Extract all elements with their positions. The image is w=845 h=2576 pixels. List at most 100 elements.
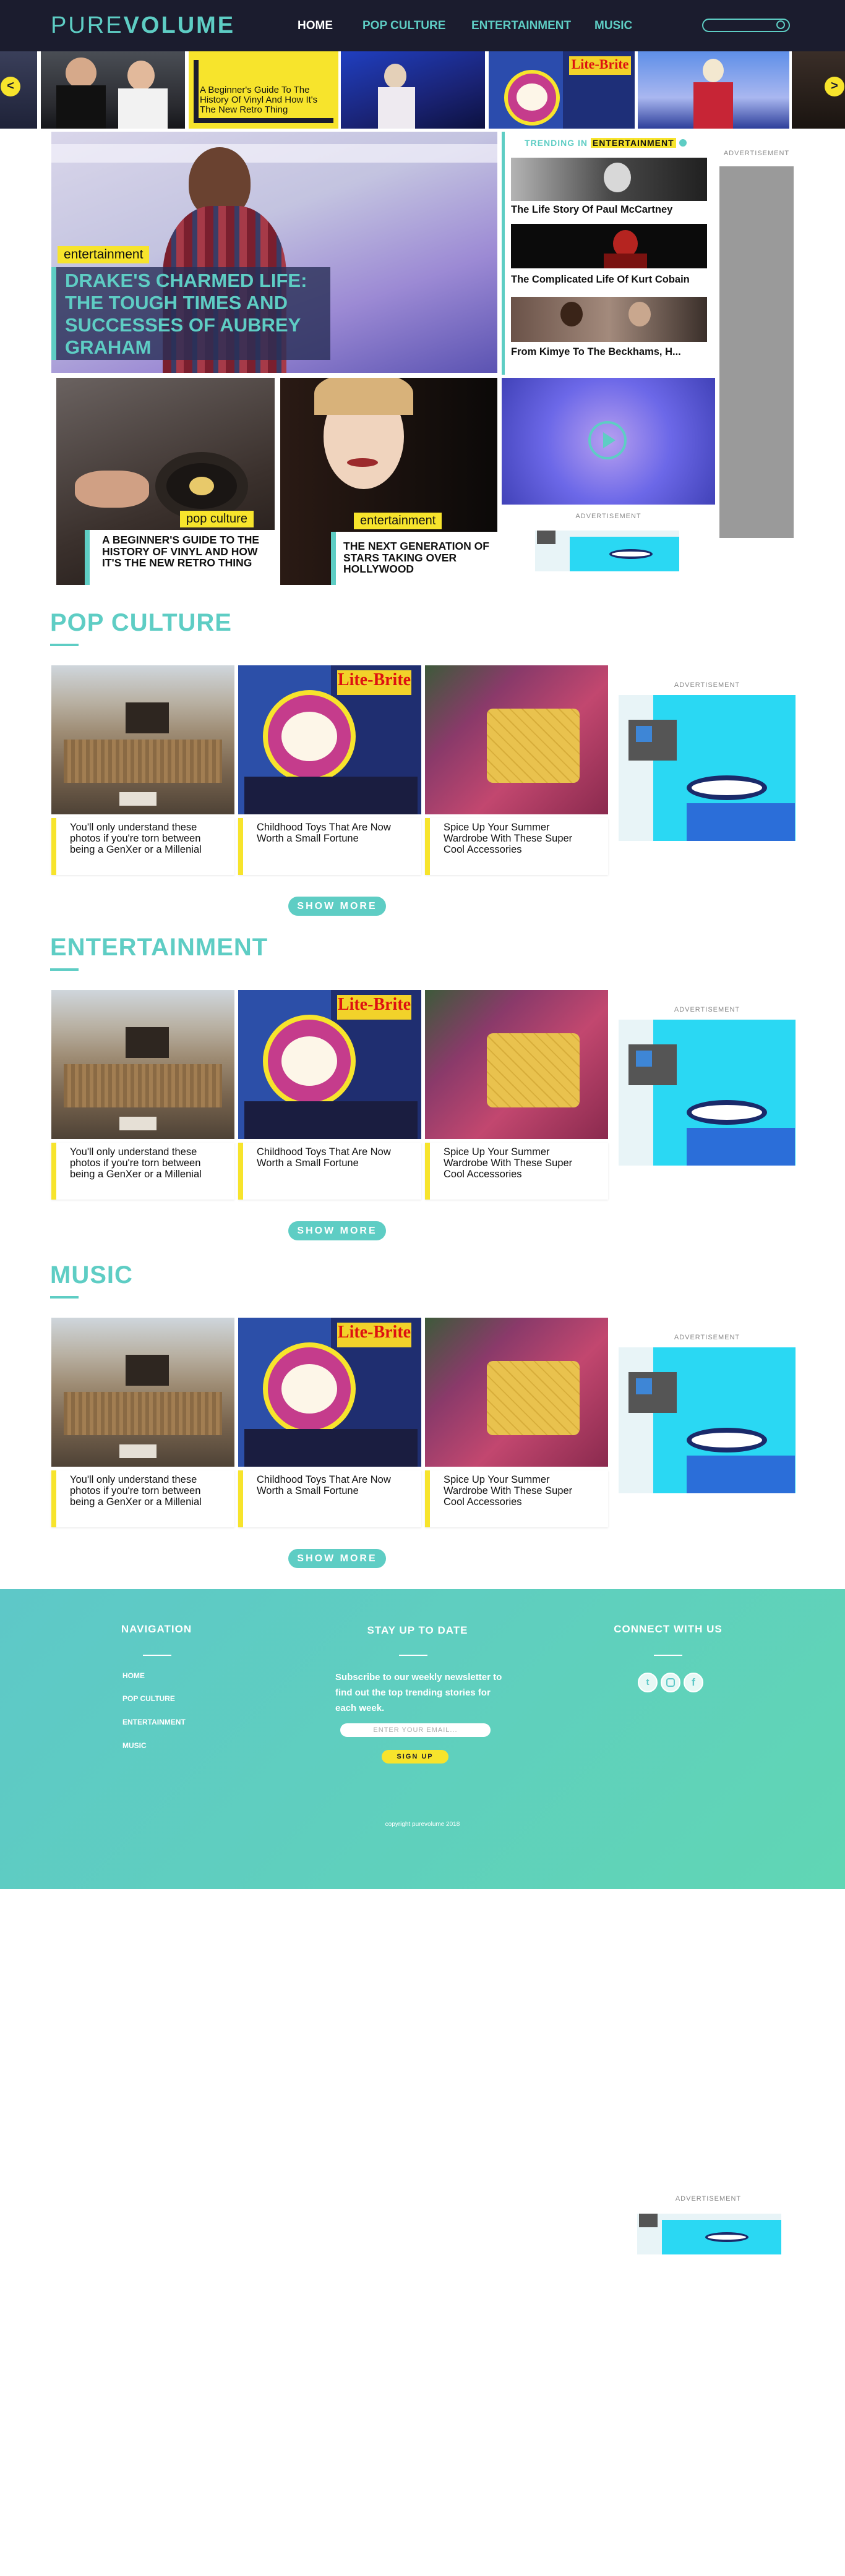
card-image[interactable]: Lite-Brite <box>238 1318 421 1467</box>
card-image[interactable] <box>51 1318 234 1467</box>
show-more-button[interactable]: SHOW MORE <box>288 1549 386 1568</box>
footer-divider <box>654 1655 682 1656</box>
card-title-box[interactable]: You'll only understand these photos if y… <box>51 818 234 875</box>
play-icon[interactable] <box>588 421 627 459</box>
ad-skyscraper[interactable] <box>719 166 794 538</box>
card-image[interactable] <box>425 1318 608 1467</box>
card-image[interactable] <box>425 665 608 814</box>
show-more-button[interactable]: SHOW MORE <box>288 1221 386 1240</box>
trending-item-title[interactable]: From Kimye To The Beckhams, H... <box>511 346 681 358</box>
hero-category-tag[interactable]: entertainment <box>58 246 150 263</box>
trending-image[interactable] <box>511 158 707 201</box>
ad-banner[interactable] <box>637 2214 781 2254</box>
nav-music[interactable]: MUSIC <box>594 19 632 33</box>
card-title-box[interactable]: Spice Up Your Summer Wardrobe With These… <box>425 1143 608 1200</box>
section-title: ENTERTAINMENT <box>50 934 268 961</box>
hero-title-box[interactable]: DRAKE'S CHARMED LIFE: THE TOUGH TIMES AN… <box>51 267 330 360</box>
footer-link-home[interactable]: HOME <box>122 1671 145 1680</box>
carousel-thumb[interactable] <box>41 51 185 129</box>
ad-rectangle[interactable] <box>619 695 796 841</box>
trending-item-title[interactable]: The Complicated Life Of Kurt Cobain <box>511 274 690 286</box>
footer-link-entertainment[interactable]: ENTERTAINMENT <box>122 1718 186 1726</box>
carousel-thumb[interactable]: Lite-Brite <box>489 51 635 129</box>
feature-category-tag[interactable]: pop culture <box>180 511 254 527</box>
trending-image[interactable] <box>511 224 707 268</box>
carousel-thumb[interactable] <box>638 51 789 129</box>
feature-title[interactable]: THE NEXT GENERATION OF STARS TAKING OVER… <box>343 540 498 575</box>
footer-link-pop-culture[interactable]: POP CULTURE <box>122 1694 175 1703</box>
card-title[interactable]: Childhood Toys That Are Now Worth a Smal… <box>257 1146 393 1169</box>
nav-pop-culture[interactable]: POP CULTURE <box>362 19 445 33</box>
trending-bar <box>502 132 505 375</box>
card-title-box[interactable]: Spice Up Your Summer Wardrobe With These… <box>425 1470 608 1527</box>
card-title[interactable]: You'll only understand these photos if y… <box>70 822 218 855</box>
ad-label: ADVERTISEMENT <box>674 681 740 689</box>
section-underline <box>50 644 79 646</box>
footer-divider <box>399 1655 427 1656</box>
ad-label: ADVERTISEMENT <box>723 150 790 157</box>
nav-home[interactable]: HOME <box>298 19 333 33</box>
ad-label: ADVERTISEMENT <box>674 1006 740 1013</box>
card-title[interactable]: Spice Up Your Summer Wardrobe With These… <box>444 822 580 855</box>
section-title: MUSIC <box>50 1261 133 1289</box>
carousel-thumb[interactable]: A Beginner's Guide To The History Of Vin… <box>189 51 338 129</box>
footer-newsletter-text: Subscribe to our weekly newsletter to fi… <box>335 1672 502 1713</box>
card-image[interactable] <box>51 665 234 814</box>
card-title[interactable]: Childhood Toys That Are Now Worth a Smal… <box>257 1474 393 1496</box>
card-image[interactable] <box>425 990 608 1139</box>
carousel: A Beginner's Guide To The History Of Vin… <box>0 51 845 129</box>
footer-nav-title: NAVIGATION <box>121 1623 192 1635</box>
trending-info-icon <box>679 139 687 147</box>
search-input[interactable] <box>702 19 790 32</box>
footer-link-music[interactable]: MUSIC <box>122 1741 147 1750</box>
card-title-box[interactable]: Childhood Toys That Are Now Worth a Smal… <box>238 1470 421 1527</box>
card-image[interactable]: Lite-Brite <box>238 665 421 814</box>
hero-title[interactable]: DRAKE'S CHARMED LIFE: THE TOUGH TIMES AN… <box>65 270 331 359</box>
ad-banner[interactable] <box>535 531 679 571</box>
feature-title-box[interactable]: THE NEXT GENERATION OF STARS TAKING OVER… <box>331 532 497 585</box>
footer-email-input[interactable]: ENTER YOUR EMAIL... <box>340 1723 491 1737</box>
trending-prefix: TRENDING IN <box>525 138 588 148</box>
feature-title-box[interactable]: A BEGINNER'S GUIDE TO THE HISTORY OF VIN… <box>85 530 275 585</box>
card-title-box[interactable]: Childhood Toys That Are Now Worth a Smal… <box>238 818 421 875</box>
site-header: PUREVOLUME HOME POP CULTURE ENTERTAINMEN… <box>0 0 845 51</box>
trending-item-title[interactable]: The Life Story Of Paul McCartney <box>511 204 672 216</box>
ad-rectangle[interactable] <box>619 1347 796 1493</box>
card-title[interactable]: Childhood Toys That Are Now Worth a Smal… <box>257 822 393 844</box>
card-title[interactable]: You'll only understand these photos if y… <box>70 1146 218 1180</box>
section-title: POP CULTURE <box>50 609 232 636</box>
ad-rectangle[interactable] <box>619 1020 796 1166</box>
carousel-caption: A Beginner's Guide To The History Of Vin… <box>200 85 318 115</box>
trending-heading: TRENDING IN ENTERTAINMENT <box>525 138 687 148</box>
card-title[interactable]: You'll only understand these photos if y… <box>70 1474 218 1508</box>
trending-image[interactable] <box>511 297 707 342</box>
carousel-next-button[interactable]: > <box>825 77 844 96</box>
logo-bold: VOLUME <box>123 12 236 38</box>
twitter-icon[interactable]: t <box>638 1673 658 1692</box>
card-title-box[interactable]: You'll only understand these photos if y… <box>51 1470 234 1527</box>
card-title-box[interactable]: Spice Up Your Summer Wardrobe With These… <box>425 818 608 875</box>
trending-category[interactable]: ENTERTAINMENT <box>590 138 676 148</box>
instagram-icon[interactable] <box>661 1673 680 1692</box>
feature-category-tag[interactable]: entertainment <box>354 513 442 529</box>
nav-entertainment[interactable]: ENTERTAINMENT <box>471 19 571 33</box>
feature-title[interactable]: A BEGINNER'S GUIDE TO THE HISTORY OF VIN… <box>102 534 269 569</box>
show-more-button[interactable]: SHOW MORE <box>288 897 386 916</box>
site-footer: NAVIGATION HOME POP CULTURE ENTERTAINMEN… <box>0 1589 845 1889</box>
ad-label: ADVERTISEMENT <box>675 2195 742 2203</box>
facebook-icon[interactable]: f <box>684 1673 703 1692</box>
search-icon[interactable] <box>776 20 785 29</box>
card-image[interactable] <box>51 990 234 1139</box>
card-title-box[interactable]: Childhood Toys That Are Now Worth a Smal… <box>238 1143 421 1200</box>
footer-connect-title: CONNECT WITH US <box>614 1623 723 1635</box>
card-title-box[interactable]: You'll only understand these photos if y… <box>51 1143 234 1200</box>
card-title[interactable]: Spice Up Your Summer Wardrobe With These… <box>444 1146 580 1180</box>
site-logo[interactable]: PUREVOLUME <box>51 12 235 39</box>
footer-signup-button[interactable]: SIGN UP <box>382 1750 448 1764</box>
carousel-prev-button[interactable]: < <box>1 77 20 96</box>
carousel-thumb[interactable] <box>341 51 485 129</box>
card-title[interactable]: Spice Up Your Summer Wardrobe With These… <box>444 1474 580 1508</box>
logo-light: PURE <box>51 12 124 38</box>
card-image[interactable]: Lite-Brite <box>238 990 421 1139</box>
video-player[interactable] <box>502 378 715 505</box>
